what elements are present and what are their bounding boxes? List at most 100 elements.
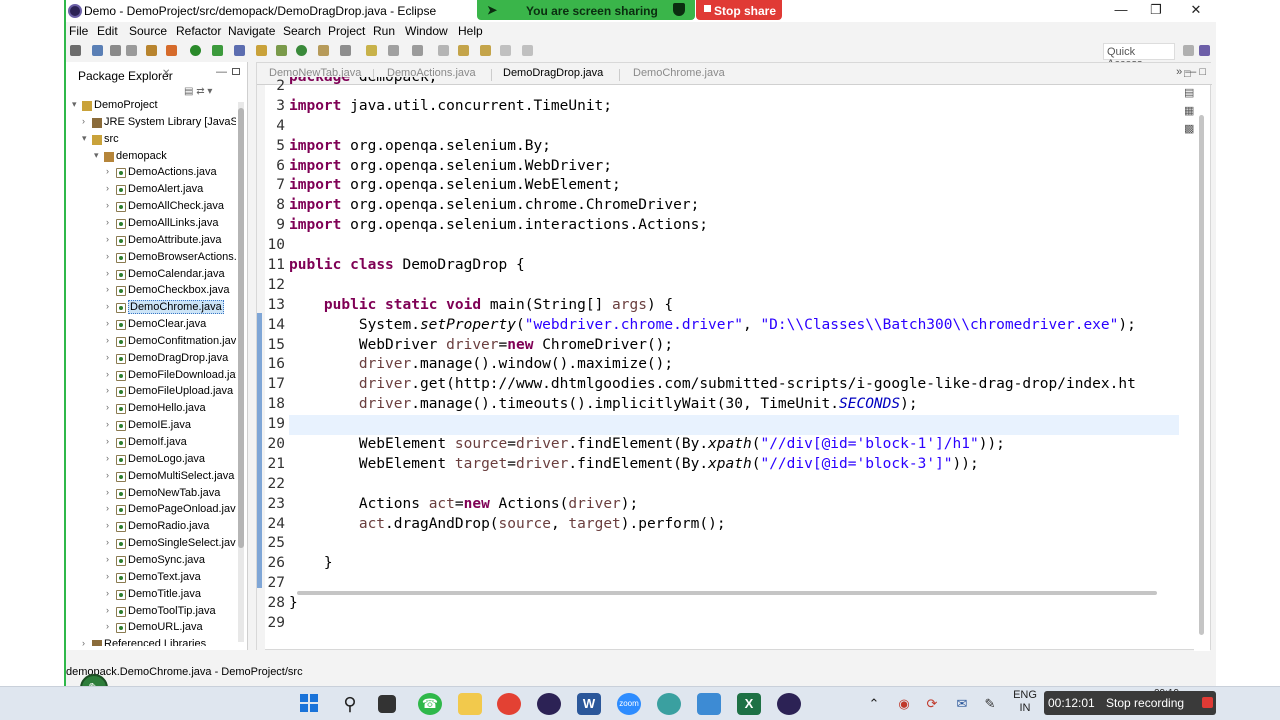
java-perspective-icon[interactable] (1199, 45, 1210, 56)
menu-help[interactable]: Help (458, 24, 483, 38)
code-line[interactable] (289, 614, 1179, 634)
forward-icon[interactable] (480, 45, 491, 56)
chevron-up-icon[interactable]: ⌃ (862, 693, 886, 715)
code-line[interactable]: import java.util.concurrent.TimeUnit; (289, 97, 1179, 117)
language-indicator[interactable]: ENG IN (1012, 689, 1038, 715)
code-line[interactable]: public static void main(String[] args) { (289, 296, 1179, 316)
expand-arrow-icon[interactable]: ▾ (82, 133, 87, 144)
menu-navigate[interactable]: Navigate (228, 24, 275, 38)
code-line[interactable]: import org.openqa.selenium.WebDriver; (289, 157, 1179, 177)
menu-source[interactable]: Source (129, 24, 167, 38)
problems-icon[interactable]: ▩ (1184, 122, 1194, 135)
code-line[interactable]: package demopack; (289, 77, 1179, 97)
code-line[interactable]: import org.openqa.selenium.chrome.Chrome… (289, 196, 1179, 216)
back-icon[interactable] (458, 45, 469, 56)
editor-vertical-scrollbar[interactable] (1194, 85, 1210, 651)
pen-icon[interactable]: ✎ (978, 693, 1002, 715)
expand-arrow-icon[interactable]: ▾ (72, 99, 77, 110)
search-icon[interactable]: ⚲ (338, 693, 362, 715)
run-config-icon[interactable] (212, 45, 223, 56)
outline-icon[interactable]: ▤ (1184, 86, 1194, 99)
expand-arrow-icon[interactable]: › (106, 588, 109, 598)
code-line[interactable] (289, 117, 1179, 137)
menu-window[interactable]: Window (405, 24, 448, 38)
expand-arrow-icon[interactable]: › (106, 234, 109, 244)
expand-arrow-icon[interactable]: › (106, 520, 109, 530)
code-line[interactable]: WebElement source=driver.findElement(By.… (289, 435, 1179, 455)
run-icon[interactable] (190, 45, 201, 56)
recording-tray-icon[interactable]: ◉ (892, 693, 916, 715)
minimize-view-icon[interactable]: — (216, 66, 227, 78)
code-line[interactable] (289, 475, 1179, 495)
expand-arrow-icon[interactable]: › (106, 385, 109, 395)
external-tools-icon[interactable] (234, 45, 245, 56)
maximize-view-icon[interactable] (232, 68, 240, 75)
next-annotation-icon[interactable] (412, 45, 423, 56)
print-icon[interactable] (126, 45, 137, 56)
code-line[interactable]: driver.manage().timeouts().implicitlyWai… (289, 395, 1179, 415)
code-line[interactable]: WebDriver driver=new ChromeDriver(); (289, 336, 1179, 356)
expand-arrow-icon[interactable]: › (106, 487, 109, 497)
editor-horizontal-scrollbar[interactable] (297, 591, 1177, 597)
close-icon[interactable]: ✕ (1181, 2, 1211, 20)
code-line[interactable]: act.dragAndDrop(source, target).perform(… (289, 515, 1179, 535)
new-class-icon[interactable] (296, 45, 307, 56)
code-line[interactable]: public class DemoDragDrop { (289, 256, 1179, 276)
task-list-icon[interactable]: ▦ (1184, 104, 1194, 117)
expand-arrow-icon[interactable]: › (106, 352, 109, 362)
save-all-icon[interactable] (110, 45, 121, 56)
save-icon[interactable] (92, 45, 103, 56)
expand-arrow-icon[interactable]: › (106, 183, 109, 193)
open-perspective-icon[interactable] (1183, 45, 1194, 56)
expand-arrow-icon[interactable]: › (106, 436, 109, 446)
chrome-icon[interactable] (497, 693, 521, 715)
expand-arrow-icon[interactable]: › (106, 318, 109, 328)
eclipse-taskbar-icon[interactable] (537, 693, 561, 715)
view-menu-icon[interactable]: ▾ (207, 86, 212, 97)
last-edit-icon[interactable] (500, 45, 511, 56)
menu-run[interactable]: Run (373, 24, 395, 38)
expand-arrow-icon[interactable]: › (106, 621, 109, 631)
expand-arrow-icon[interactable]: › (106, 537, 109, 547)
annotation-icon[interactable] (366, 45, 377, 56)
expand-arrow-icon[interactable]: › (106, 217, 109, 227)
expand-arrow-icon[interactable]: › (106, 571, 109, 581)
expand-arrow-icon[interactable]: › (106, 301, 109, 311)
expand-arrow-icon[interactable]: › (106, 605, 109, 615)
expand-arrow-icon[interactable]: › (106, 453, 109, 463)
menu-edit[interactable]: Edit (97, 24, 118, 38)
whatsapp-icon[interactable]: ☎ (418, 693, 442, 715)
package-explorer-tab[interactable]: Package Explorer ✕ — (66, 66, 246, 86)
pin-icon[interactable]: ➤ (487, 3, 497, 17)
code-line[interactable]: Actions act=new Actions(driver); (289, 495, 1179, 515)
expand-arrow-icon[interactable]: › (82, 116, 85, 126)
toggle-mark-icon[interactable] (388, 45, 399, 56)
network-icon[interactable]: ✉ (950, 693, 974, 715)
close-view-icon[interactable]: ✕ (162, 68, 170, 79)
expand-arrow-icon[interactable]: › (106, 268, 109, 278)
expand-arrow-icon[interactable]: › (106, 200, 109, 210)
code-line[interactable] (289, 276, 1179, 296)
maximize-icon[interactable]: ❐ (1141, 2, 1171, 20)
code-line[interactable]: WebElement target=driver.findElement(By.… (289, 455, 1179, 475)
new-icon[interactable] (70, 45, 81, 56)
pin-icon[interactable] (438, 45, 449, 56)
expand-arrow-icon[interactable]: ▾ (94, 150, 99, 161)
expand-arrow-icon[interactable]: › (106, 503, 109, 513)
stop-recording-button[interactable]: Stop recording (1106, 696, 1184, 710)
expand-arrow-icon[interactable]: › (106, 369, 109, 379)
code-line[interactable]: import org.openqa.selenium.WebElement; (289, 176, 1179, 196)
collapse-all-icon[interactable]: ▤ (184, 86, 193, 97)
code-line[interactable]: import org.openqa.selenium.interactions.… (289, 216, 1179, 236)
code-line[interactable]: System.setProperty("webdriver.chrome.dri… (289, 316, 1179, 336)
notepad-icon[interactable] (697, 693, 721, 715)
build-icon[interactable] (146, 45, 157, 56)
code-editor[interactable]: DemoNewTab.java DemoActions.java DemoDra… (256, 62, 1212, 651)
code-line[interactable]: import org.openqa.selenium.By; (289, 137, 1179, 157)
expand-arrow-icon[interactable]: › (106, 554, 109, 564)
restore-icon[interactable]: □ (1184, 68, 1191, 80)
minimize-icon[interactable]: — (1106, 2, 1136, 20)
code-area[interactable]: package demopack; import java.util.concur… (289, 77, 1179, 634)
eclipse-running-icon[interactable] (777, 693, 801, 715)
stop-share-button[interactable]: Stop share (696, 0, 782, 20)
